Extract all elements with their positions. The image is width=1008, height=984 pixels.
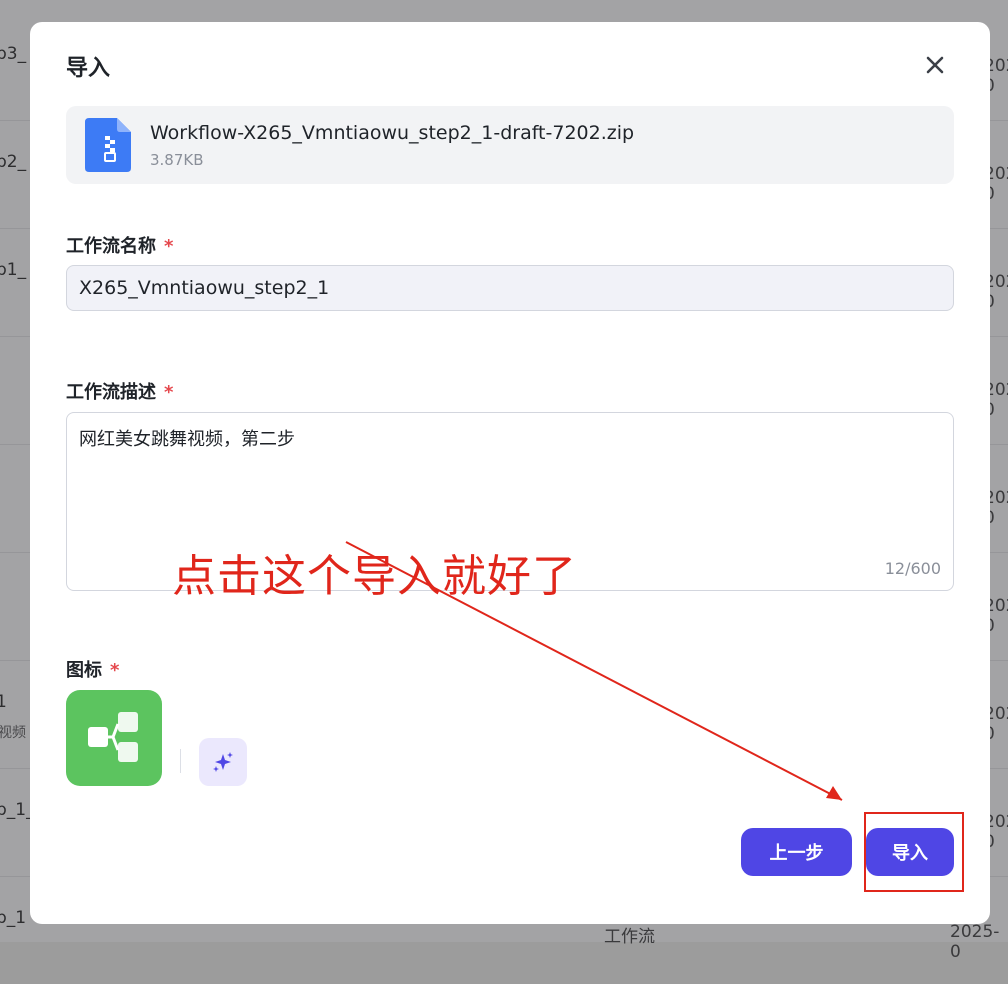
dialog-title: 导入 (66, 56, 111, 81)
import-button[interactable]: 导入 (866, 828, 954, 876)
bg-row-name: p2_ (0, 152, 27, 172)
workflow-icon (88, 712, 138, 762)
import-dialog: 导入 Workflow-X265_Vmntiaowu_step2_1-draft… (30, 22, 990, 924)
workflow-desc-label: 工作流描述 * (66, 378, 173, 404)
uploaded-file-card: Workflow-X265_Vmntiaowu_step2_1-draft-72… (66, 106, 954, 184)
annotation-text: 点击这个导入就好了 (172, 551, 577, 602)
workflow-name-input[interactable] (66, 265, 954, 311)
bg-row-name: 1 (0, 692, 7, 712)
workflow-desc-label-text: 工作流描述 (66, 382, 156, 403)
bg-row-desc: 视频 (0, 725, 26, 741)
required-mark: * (164, 236, 174, 257)
icon-label-text: 图标 (66, 660, 102, 681)
required-mark: * (164, 382, 174, 403)
workflow-desc-value: 网红美女跳舞视频，第二步 (79, 429, 295, 450)
bg-row-type: 工作流 (604, 927, 655, 947)
file-size: 3.87KB (150, 151, 204, 169)
char-counter: 12/600 (884, 559, 941, 578)
bg-row-name: p1_ (0, 260, 27, 280)
workflow-icon-picker[interactable] (66, 690, 162, 786)
bg-row-date: 2025-0 (950, 922, 1000, 962)
bg-row-name: p3_ (0, 44, 27, 64)
workflow-name-label: 工作流名称 * (66, 232, 173, 258)
zip-file-icon (85, 118, 131, 172)
bg-row-name: p_1 (0, 908, 27, 928)
file-name: Workflow-X265_Vmntiaowu_step2_1-draft-72… (150, 122, 635, 144)
required-mark: * (110, 660, 120, 681)
close-button[interactable] (920, 50, 950, 80)
divider (180, 749, 181, 773)
icon-label: 图标 * (66, 656, 119, 682)
ai-generate-icon-button[interactable] (199, 738, 247, 786)
workflow-name-label-text: 工作流名称 (66, 236, 156, 257)
close-icon (926, 56, 944, 74)
sparkle-icon (213, 752, 233, 772)
previous-step-button[interactable]: 上一步 (741, 828, 852, 876)
